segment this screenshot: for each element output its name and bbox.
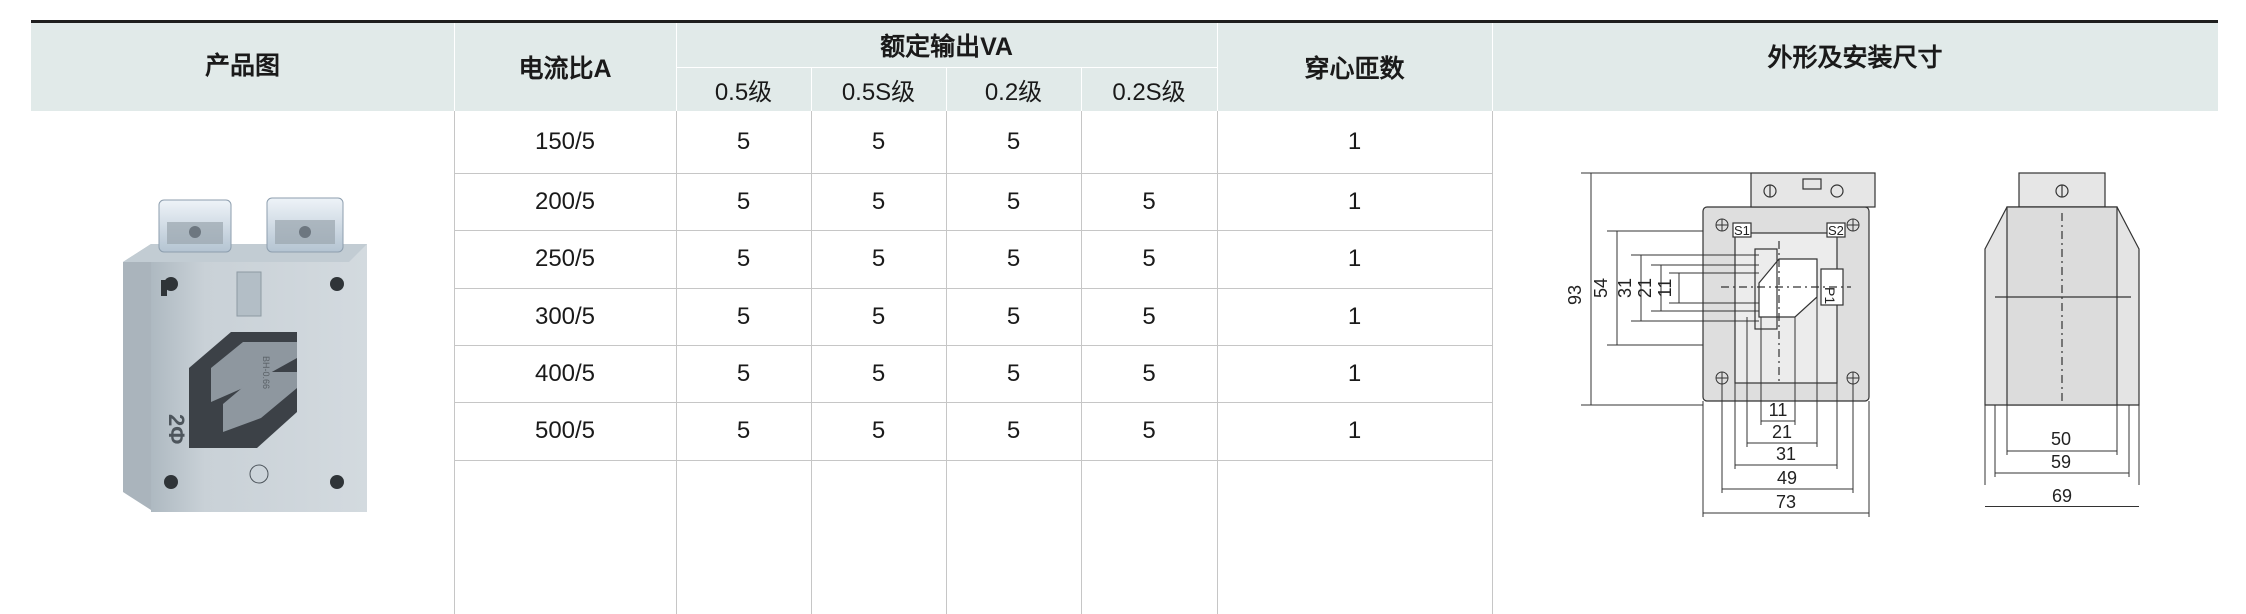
header-class-0-2s: 0.2S级 <box>1112 78 1186 106</box>
cell-turns: 1 <box>1347 417 1362 444</box>
header-class-0-5s: 0.5S级 <box>841 78 916 106</box>
terminal-s2-label: S2 <box>1828 223 1844 238</box>
cell-class-0-2s: 5 <box>1142 359 1156 387</box>
cell-class-0-2: 5 <box>1006 128 1021 155</box>
dim-93: 93 <box>1565 285 1585 305</box>
front-view-drawing: S1 S2 P1 93 54 31 21 11 11 21 31 49 73 <box>1565 172 1876 517</box>
cell-ratio: 150/5 <box>534 128 596 155</box>
side-mark: 2Φ <box>164 414 189 444</box>
cell-class-0-2s: 5 <box>1142 187 1156 215</box>
cell-class-0-2s: 5 <box>1142 245 1156 272</box>
cell-class-0-5: 5 <box>736 245 751 272</box>
cell-class-0-5: 5 <box>736 417 751 444</box>
dim-21: 21 <box>1635 278 1655 298</box>
cell-ratio: 250/5 <box>534 245 596 272</box>
dim-w-11: 11 <box>1769 400 1788 420</box>
screw <box>330 475 344 489</box>
dim-w-31: 31 <box>1776 444 1796 464</box>
header-dimensions: 外形及安装尺寸 <box>1767 44 1943 72</box>
cell-class-0-2: 5 <box>1006 245 1021 272</box>
cell-ratio: 400/5 <box>534 359 596 387</box>
terminal-cap-left <box>158 199 232 253</box>
dim-side-59: 59 <box>2051 452 2071 472</box>
dim-w-21: 21 <box>1772 422 1792 442</box>
cell-class-0-2: 5 <box>1006 187 1021 215</box>
header-current-ratio: 电流比A <box>518 55 612 83</box>
cell-class-0-2: 5 <box>1006 302 1021 330</box>
cell-turns: 1 <box>1347 187 1362 215</box>
cell-turns: 1 <box>1347 302 1362 330</box>
header-class-0-2: 0.2级 <box>984 78 1043 106</box>
header-rated-output: 额定输出VA <box>880 33 1013 61</box>
cell-class-0-2s: 5 <box>1142 417 1156 444</box>
cell-class-0-5s: 5 <box>871 187 886 215</box>
dim-11: 11 <box>1655 279 1675 298</box>
cell-class-0-5: 5 <box>736 128 751 155</box>
cell-class-0-5s: 5 <box>871 245 886 272</box>
cell-turns: 1 <box>1347 359 1362 387</box>
cell-class-0-5: 5 <box>736 302 751 330</box>
side-dim-69-row: 69 <box>1985 486 2145 508</box>
cell-turns: 1 <box>1347 128 1362 155</box>
column-divider <box>1492 111 1493 614</box>
dim-w-49: 49 <box>1777 468 1797 488</box>
header-class-0-5: 0.5级 <box>714 78 773 106</box>
model-mark: BH-0.66 <box>261 356 271 389</box>
dim-31: 31 <box>1615 278 1635 298</box>
cell-ratio: 500/5 <box>534 417 596 444</box>
cell-class-0-2: 5 <box>1006 359 1021 387</box>
terminal-s1-label: S1 <box>1734 223 1750 238</box>
cell-class-0-5: 5 <box>736 187 751 215</box>
row-divider <box>454 460 1492 461</box>
screw <box>164 475 178 489</box>
header-product-image: 产品图 <box>204 52 280 80</box>
dim-side-69: 69 <box>2051 486 2073 506</box>
cell-class-0-5s: 5 <box>871 128 886 155</box>
cell-class-0-5s: 5 <box>871 359 886 387</box>
screw <box>330 277 344 291</box>
header-turns: 穿心匝数 <box>1304 55 1405 83</box>
dim-w-73: 73 <box>1776 492 1796 512</box>
spec-table: 产品图 电流比A 额定输出VA 0.5级 0.5S级 0.2级 0.2S级 穿心… <box>31 20 2218 614</box>
cell-class-0-5s: 5 <box>871 417 886 444</box>
cell-class-0-5: 5 <box>736 359 751 387</box>
dim-side-50: 50 <box>2051 429 2071 449</box>
product-photo: BH-0.66 2Φ <box>123 197 367 512</box>
cell-ratio: 300/5 <box>534 302 596 330</box>
dim-54: 54 <box>1591 278 1611 298</box>
cell-class-0-2: 5 <box>1006 417 1021 444</box>
cell-class-0-2s: 5 <box>1142 302 1156 330</box>
terminal-cap-right <box>266 197 344 253</box>
cell-class-0-2s <box>1081 111 1217 173</box>
cell-class-0-5s: 5 <box>871 302 886 330</box>
primary-label: P1 <box>1822 287 1838 304</box>
cell-ratio: 200/5 <box>534 187 596 215</box>
side-view-drawing: 50 59 <box>1984 172 2140 485</box>
cell-turns: 1 <box>1347 245 1362 272</box>
